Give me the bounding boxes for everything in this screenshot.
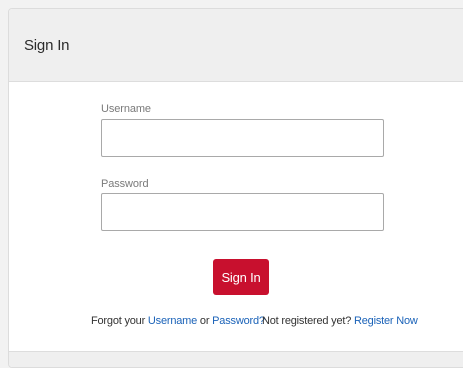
panel-title: Sign In	[24, 36, 70, 54]
username-input[interactable]	[101, 119, 384, 157]
sign-in-button[interactable]: Sign In	[213, 259, 269, 295]
sign-in-panel: Sign In Username Password Sign In Forgot…	[8, 8, 463, 368]
register-now-link[interactable]: Register Now	[354, 315, 418, 327]
forgot-prefix: Forgot your	[91, 315, 146, 327]
register-text: Not registered yet? Register Now	[262, 315, 418, 327]
forgot-username-link[interactable]: Username	[148, 315, 197, 327]
forgot-password-link[interactable]: Password?	[212, 315, 265, 327]
password-input[interactable]	[101, 193, 384, 231]
username-label: Username	[101, 103, 151, 115]
not-registered-text: Not registered yet?	[262, 315, 352, 327]
panel-footer	[9, 351, 463, 367]
or-text: or	[199, 315, 210, 327]
password-label: Password	[101, 178, 149, 190]
forgot-credentials-text: Forgot your Username or Password?	[91, 315, 265, 327]
panel-header: Sign In	[9, 9, 463, 82]
